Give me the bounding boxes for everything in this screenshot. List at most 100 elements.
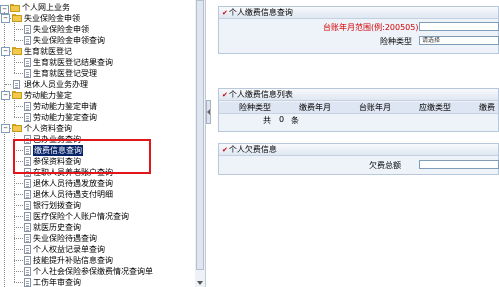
tree-item[interactable]: − 劳动能力鉴定 (0, 90, 195, 101)
tree-item[interactable]: 退休人员业务办理 (0, 79, 195, 90)
scroll-down-arrow-icon[interactable] (197, 281, 203, 285)
tree-guide-line (14, 21, 15, 40)
tree-item[interactable]: 劳动能力鉴定申请 (0, 101, 195, 112)
main-content: ✔个人缴费信息查询 台账年月范围(例:200505) 险种类型 请选择 ✔个人缴… (212, 0, 499, 287)
expand-toggle[interactable]: − (1, 47, 10, 56)
tree-item[interactable]: 劳动能力鉴定查询 (0, 112, 195, 123)
tree-connector (14, 106, 23, 107)
col-header[interactable]: 缴费年月 (299, 102, 331, 113)
tree-guide-line (14, 54, 15, 73)
tree-item-label[interactable]: 个人社会保险参保缴费情况查询单 (33, 266, 153, 277)
document-icon (24, 36, 31, 45)
tree-connector (14, 29, 23, 30)
tree-item-label[interactable]: 劳动能力鉴定 (24, 90, 72, 101)
tree-connector (14, 271, 23, 272)
document-icon (24, 69, 31, 78)
tree-item-label[interactable]: 劳动能力鉴定查询 (33, 112, 97, 123)
sidebar-collapse-handle[interactable] (206, 100, 211, 124)
tree-item-label[interactable]: 个人权益记录单查询 (33, 244, 105, 255)
tree-item-label[interactable]: 失业保险金申领 (24, 13, 80, 24)
tree-item[interactable]: − 失业保险金申领 (0, 13, 195, 24)
tree-item-label[interactable]: 失业保险待遇查询 (33, 233, 97, 244)
tree-item[interactable]: 工伤年审查询 (0, 277, 195, 287)
tree-item[interactable]: 医疗保险个人账户情况查询 (0, 211, 195, 222)
tree-item[interactable]: 技能提升补贴信息查询 (0, 255, 195, 266)
document-icon (13, 80, 20, 89)
tree-item[interactable]: 退休人员待遇发放查询 (0, 178, 195, 189)
tree-item-label[interactable]: 就医历史查询 (33, 222, 81, 233)
tree-connector (14, 260, 23, 261)
tree-item-label[interactable]: 失业保险金申领查询 (33, 35, 105, 46)
tree-item-label[interactable]: 银行划拨查询 (33, 200, 81, 211)
check-icon: ✔ (222, 91, 228, 99)
check-icon: ✔ (222, 9, 228, 17)
tree-root-label[interactable]: 个人网上业务 (22, 2, 70, 13)
tree-item-label[interactable]: 医疗保险个人账户情况查询 (33, 211, 129, 222)
insurance-type-select[interactable]: 请选择 (419, 36, 499, 45)
expand-toggle[interactable]: − (1, 124, 10, 133)
tree-item[interactable]: − 个人资料查询 (0, 123, 195, 134)
tree-connector (14, 205, 23, 206)
document-icon (24, 102, 31, 111)
scrollbar-thumb[interactable] (196, 0, 204, 270)
highlight-box (13, 139, 151, 174)
tree-connector (14, 183, 23, 184)
list-footer-count: 0 (279, 115, 285, 124)
tree-item-label[interactable]: 退休人员待遇发放查询 (33, 178, 113, 189)
query-panel-title: 个人缴费信息查询 (228, 8, 293, 17)
document-icon (24, 267, 31, 276)
tree-item[interactable]: 就医历史查询 (0, 222, 195, 233)
tree-item[interactable]: 失业保险待遇查询 (0, 233, 195, 244)
tree-item[interactable]: 失业保险金申领 (0, 24, 195, 35)
tree-item[interactable]: 退休人员待遇支付明细 (0, 189, 195, 200)
tree-item-label[interactable]: 失业保险金申领 (33, 24, 89, 35)
tree-item[interactable]: 银行划拨查询 (0, 200, 195, 211)
tree-item[interactable]: 生育就医登记受理 (0, 68, 195, 79)
tree-item[interactable]: 失业保险金申领查询 (0, 35, 195, 46)
list-footer-prefix: 共 (263, 116, 271, 125)
tree-item-label[interactable]: 生育就医登记受理 (33, 68, 97, 79)
tree-connector (14, 194, 23, 195)
tree-item-label[interactable]: 退休人员待遇支付明细 (33, 189, 113, 200)
tree-guide-line (14, 98, 15, 117)
tree-connector (14, 40, 23, 41)
list-panel-header: ✔个人缴费信息列表 (219, 89, 498, 101)
tree-connector (14, 216, 23, 217)
tree-item-label[interactable]: 个人资料查询 (24, 123, 72, 134)
root-folder-icon (10, 4, 20, 12)
query-panel-header: ✔个人缴费信息查询 (219, 7, 498, 19)
col-header[interactable]: 应缴类型 (419, 102, 451, 113)
arrears-panel: ✔个人欠费信息 欠费总额 (218, 143, 499, 175)
list-panel: ✔个人缴费信息列表 险种类型 缴费年月 台账年月 应缴类型 缴费 共 0 条 (218, 88, 499, 132)
tree-item-label[interactable]: 技能提升补贴信息查询 (33, 255, 113, 266)
tree-scrollbar[interactable] (195, 0, 206, 287)
document-icon (24, 113, 31, 122)
document-icon (24, 245, 31, 254)
tree-connector (14, 117, 23, 118)
expand-toggle[interactable]: − (1, 91, 10, 100)
tree-item-label[interactable]: 生育就医登记 (24, 46, 72, 57)
document-icon (24, 256, 31, 265)
expand-toggle[interactable]: − (1, 14, 10, 23)
document-icon (24, 58, 31, 67)
arrears-total-label: 欠费总额 (369, 161, 401, 170)
document-icon (24, 25, 31, 34)
tree-item-label[interactable]: 工伤年审查询 (33, 277, 81, 287)
tree-item-label[interactable]: 劳动能力鉴定申请 (33, 101, 97, 112)
range-input[interactable] (419, 22, 499, 31)
tree-item[interactable]: − 生育就医登记 (0, 46, 195, 57)
col-header[interactable]: 台账年月 (359, 102, 391, 113)
tree-item[interactable]: 生育就医登记结果查询 (0, 57, 195, 68)
col-header[interactable]: 缴费 (479, 102, 495, 113)
tree-item-label[interactable]: 退休人员业务办理 (24, 79, 88, 90)
tree-connector (14, 282, 23, 283)
tree-item[interactable]: 个人权益记录单查询 (0, 244, 195, 255)
document-icon (24, 190, 31, 199)
tree-connector (14, 238, 23, 239)
tree-connector (14, 249, 23, 250)
tree-item[interactable]: 个人社会保险参保缴费情况查询单 (0, 266, 195, 277)
col-header[interactable]: 险种类型 (239, 102, 271, 113)
insurance-type-label: 险种类型 (380, 37, 412, 46)
arrears-panel-title: 个人欠费信息 (228, 145, 277, 154)
tree-item-label[interactable]: 生育就医登记结果查询 (33, 57, 113, 68)
